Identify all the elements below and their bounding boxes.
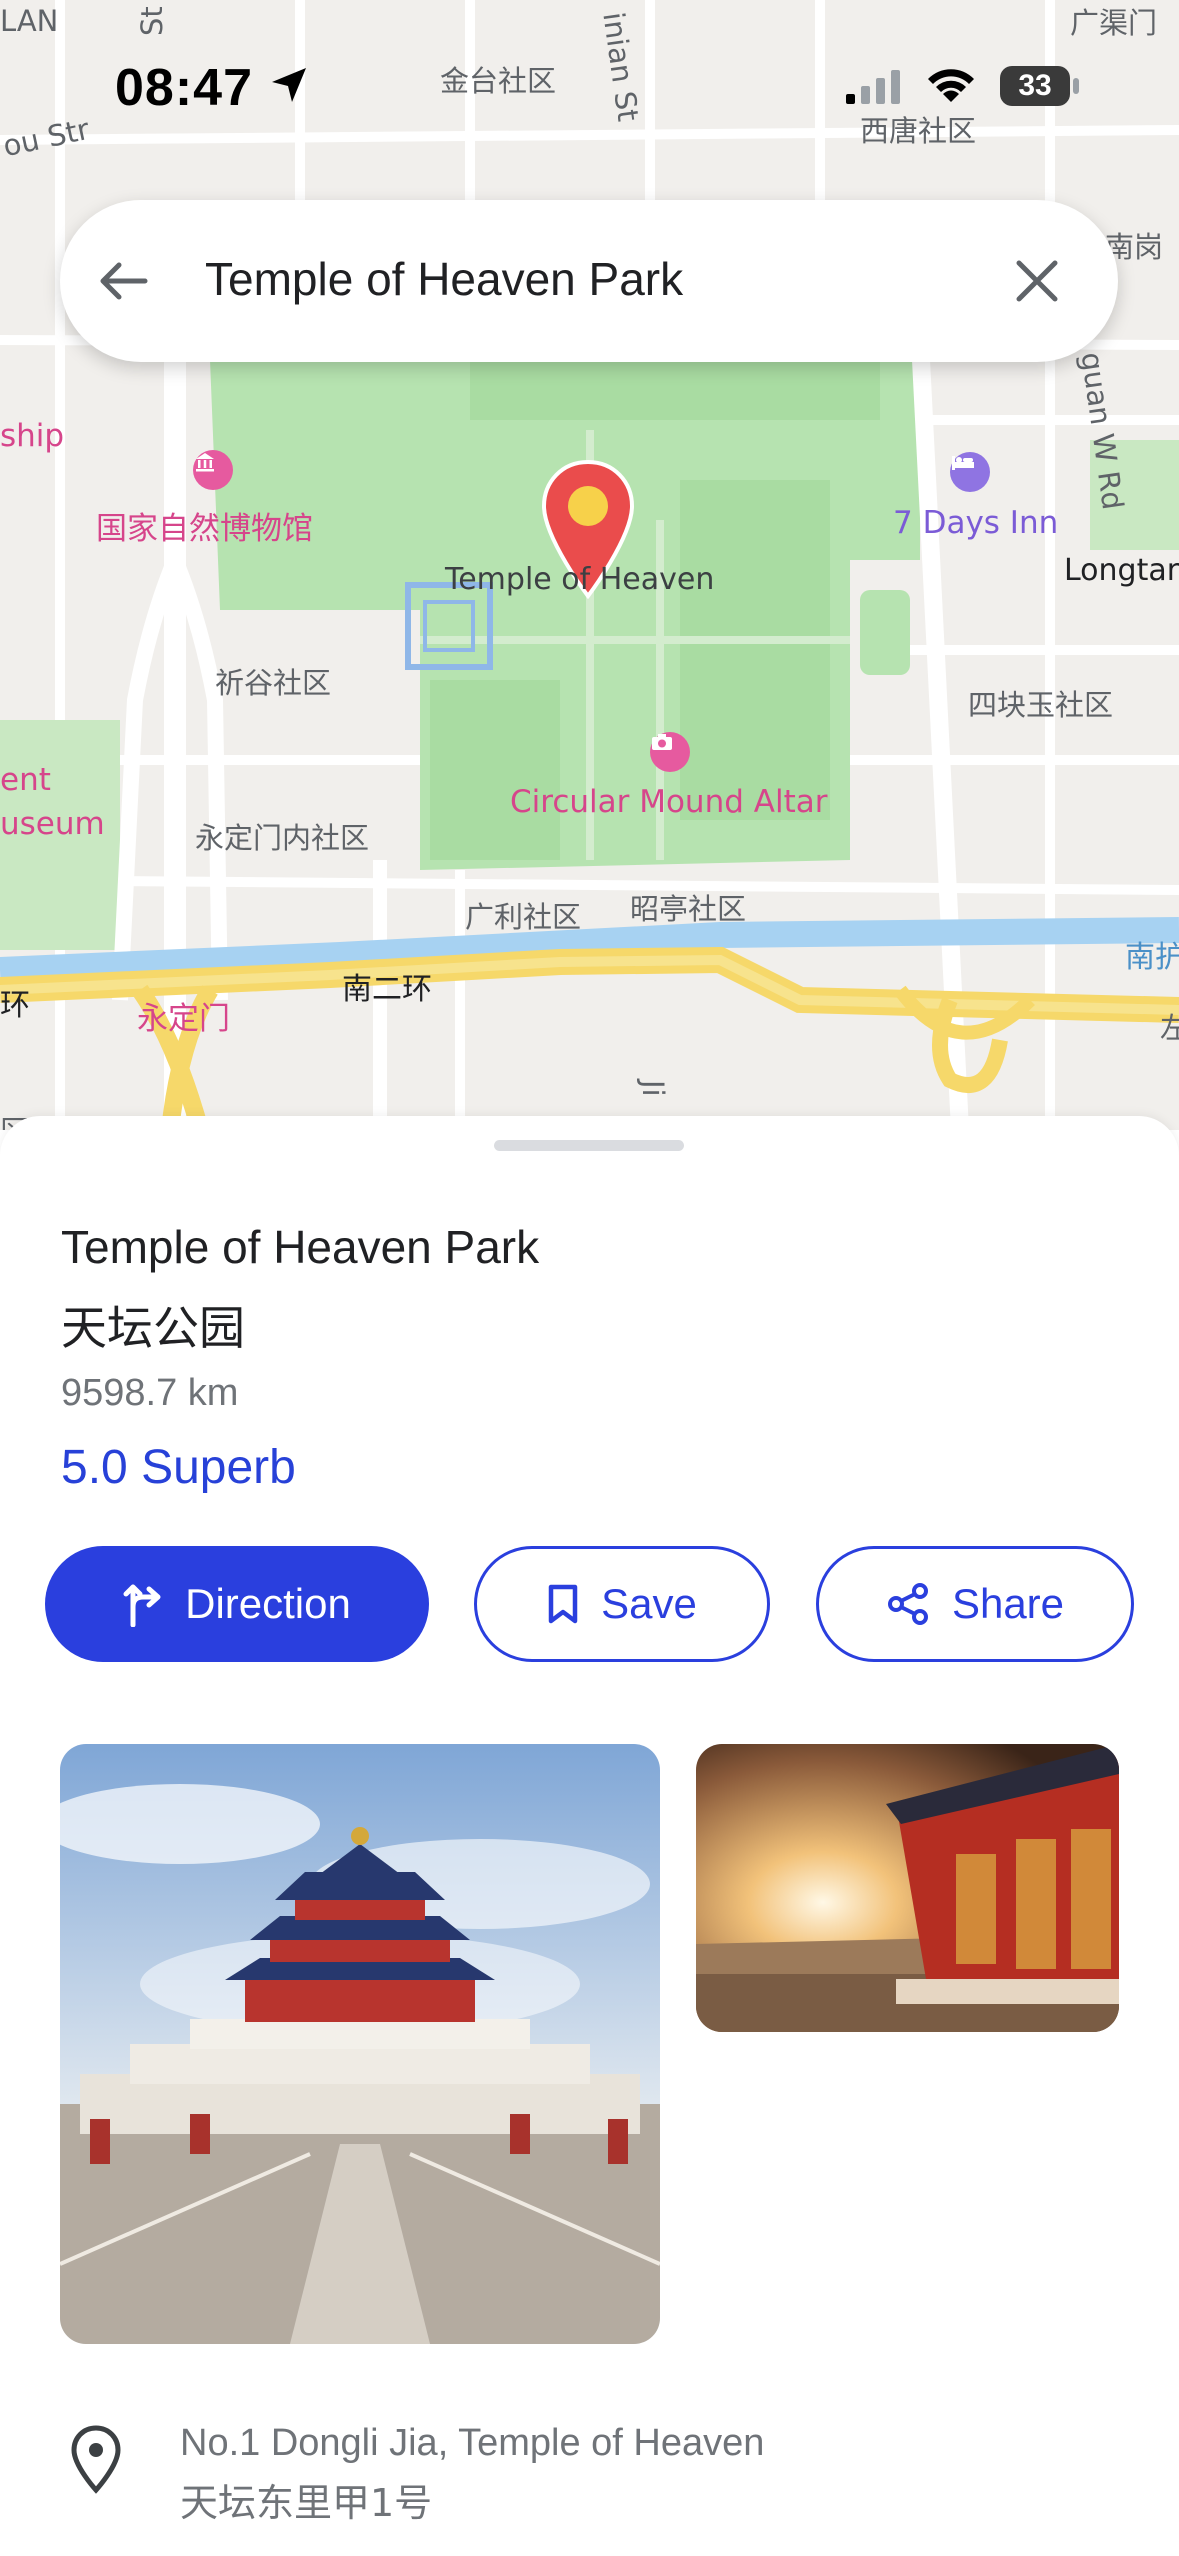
map-label-ji: Ji	[636, 1080, 670, 1097]
bookmark-icon	[547, 1583, 579, 1625]
search-bar[interactable]: Temple of Heaven Park	[60, 200, 1118, 362]
place-title-cn: 天坛公园	[61, 1301, 245, 1355]
museum-poi-icon[interactable]	[193, 450, 233, 490]
search-input[interactable]: Temple of Heaven Park	[205, 252, 683, 306]
battery-cap	[1073, 78, 1079, 94]
map-label-zhaoting: 昭亭社区	[630, 892, 747, 926]
direction-button[interactable]: Direction	[45, 1546, 429, 1662]
share-button[interactable]: Share	[816, 1546, 1134, 1662]
cellular-signal-icon	[846, 70, 900, 104]
map-label-zuo: 左	[1160, 1011, 1179, 1045]
battery-level: 33	[1018, 69, 1052, 102]
save-button[interactable]: Save	[474, 1546, 770, 1662]
sheet-drag-handle[interactable]	[494, 1140, 684, 1151]
map-label-circular[interactable]: Circular Mound Altar	[510, 784, 827, 820]
place-photo-secondary[interactable]	[696, 1744, 1119, 2032]
map-label-longtan: Longtan	[1064, 553, 1179, 588]
close-icon	[1016, 260, 1058, 302]
map-label-huan: 环	[0, 988, 30, 1023]
place-rating[interactable]: 5.0 Superb	[61, 1440, 296, 1495]
map-label-ship: ship	[0, 418, 65, 454]
status-time: 08:47	[115, 59, 253, 117]
map-label-ent: ent	[0, 762, 51, 798]
address-line-1[interactable]: No.1 Dongli Jia, Temple of Heaven	[180, 2422, 764, 2465]
map-label-museum[interactable]: 国家自然博物馆	[96, 503, 313, 548]
map-label-yongdingmen: 永定门	[137, 1001, 230, 1037]
wifi-icon	[928, 69, 974, 102]
status-bar: 08:47 33	[0, 0, 1179, 150]
share-icon	[886, 1582, 930, 1626]
hotel-poi-icon[interactable]	[950, 452, 990, 492]
map-label-seven-days[interactable]: 7 Days Inn	[893, 505, 1058, 541]
share-label: Share	[951, 1580, 1065, 1627]
map-label-nanerhuan: 南二环	[342, 972, 432, 1007]
direction-label: Direction	[185, 1580, 351, 1627]
save-label: Save	[601, 1580, 697, 1627]
place-title: Temple of Heaven Park	[61, 1221, 540, 1273]
map-view[interactable]: LAN St 金台社区 inian St 广渠门 西唐社区 ou Str 南岗 …	[0, 0, 1179, 1130]
location-pin-outline-icon	[71, 2425, 121, 2494]
arrow-left-icon	[100, 262, 148, 300]
map-label-qigu: 祈谷社区	[215, 666, 332, 700]
place-distance: 9598.7 km	[61, 1372, 239, 1414]
map-label-nanhu: 南护	[1125, 940, 1179, 975]
directions-icon	[123, 1581, 163, 1627]
map-label-temple[interactable]: Temple of Heaven	[445, 562, 714, 597]
place-details-sheet: Temple of Heaven Park 天坛公园 9598.7 km 5.0…	[0, 1116, 1179, 2556]
back-button[interactable]	[88, 246, 158, 316]
camera-poi-icon[interactable]	[650, 732, 690, 772]
place-photo-main[interactable]	[60, 1744, 660, 2344]
map-label-guangli: 广利社区	[465, 900, 582, 934]
address-line-2[interactable]: 天坛东里甲1号	[180, 2472, 432, 2527]
map-label-yongdingmennei: 永定门内社区	[195, 821, 370, 855]
battery-icon: 33	[1000, 66, 1070, 106]
map-label-useum: useum	[0, 806, 105, 842]
map-label-sikuaiyu: 四块玉社区	[968, 688, 1114, 722]
location-arrow-icon	[272, 68, 306, 102]
clear-button[interactable]	[1002, 246, 1072, 316]
